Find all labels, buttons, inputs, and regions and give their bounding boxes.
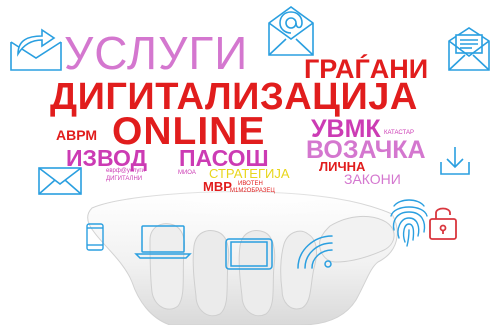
padlock-icon bbox=[426, 203, 460, 241]
at-email-icon bbox=[266, 3, 316, 59]
word-ivoten: ИВОТЕН bbox=[238, 181, 263, 187]
newsletter-email-icon bbox=[446, 25, 492, 73]
word-mioa: МИОА bbox=[178, 170, 196, 176]
word-cloud-graphic: УСЛУГИ ГРАЃАНИ ДИГИТАЛИЗАЦИЈА ONLINE АВР… bbox=[0, 0, 503, 325]
download-icon bbox=[437, 144, 473, 178]
word-uslugi: УСЛУГИ bbox=[64, 27, 249, 79]
wifi-icon bbox=[292, 230, 338, 270]
word-obrazec: М1М2ОБРАЗЕЦ bbox=[230, 188, 275, 194]
reply-email-icon bbox=[8, 28, 64, 72]
laptop-icon bbox=[134, 224, 192, 260]
word-mvr: МВР bbox=[203, 179, 232, 194]
word-digitalni: ДИГИТАЛНИ bbox=[106, 176, 143, 182]
word-avrm: АВРМ bbox=[56, 127, 98, 143]
word-zakoni: ЗАКОНИ bbox=[344, 171, 401, 187]
envelope-icon bbox=[37, 166, 83, 196]
tablet-icon bbox=[224, 237, 274, 271]
smartphone-icon bbox=[85, 222, 105, 252]
word-eusluga: еврф@услуги bbox=[106, 168, 145, 174]
